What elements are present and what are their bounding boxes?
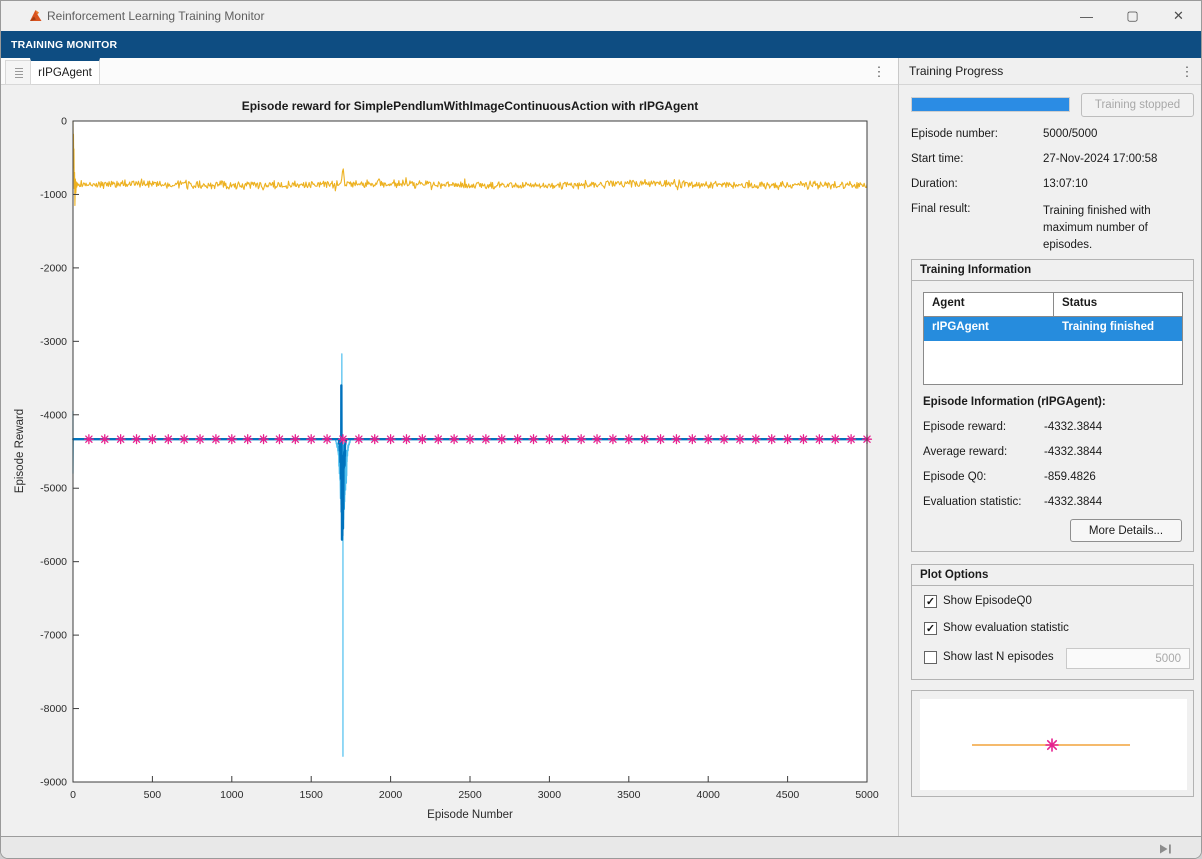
chart-ylabel: Episode Reward xyxy=(14,409,26,493)
training-stopped-label: Training stopped xyxy=(1095,99,1180,111)
agents-table: Agent Status rIPGAgent Training finished xyxy=(923,292,1183,385)
training-information-panel: Training Information Agent Status rIPGAg… xyxy=(911,259,1194,552)
more-details-button[interactable]: More Details... xyxy=(1070,519,1182,542)
episode-information-title: Episode Information (rIPGAgent): xyxy=(923,396,1106,408)
more-details-label: More Details... xyxy=(1089,525,1163,537)
progress-fill xyxy=(912,98,1069,111)
svg-text:4000: 4000 xyxy=(697,789,721,801)
maximize-button[interactable]: ▢ xyxy=(1110,1,1155,31)
checkbox-show-episode-q0[interactable]: ✓ xyxy=(924,595,937,608)
svg-text:-6000: -6000 xyxy=(40,556,67,568)
panel-splitter[interactable] xyxy=(898,58,899,836)
svg-text:-8000: -8000 xyxy=(40,703,67,715)
field-label: Duration: xyxy=(911,178,958,190)
svg-text:-4000: -4000 xyxy=(40,409,67,421)
episode-reward-chart: Episode reward for SimplePendlumWithImag… xyxy=(9,85,898,834)
svg-text:3500: 3500 xyxy=(617,789,641,801)
document-bar-menu-button[interactable] xyxy=(5,60,32,85)
training-progress-actions-button[interactable]: ⋮ xyxy=(1177,60,1197,84)
checkbox-label[interactable]: Show last N episodes xyxy=(943,651,1054,663)
close-icon: ✕ xyxy=(1173,8,1184,24)
app-window: Reinforcement Learning Training Monitor … xyxy=(0,0,1202,859)
table-row[interactable]: rIPGAgent Training finished xyxy=(924,317,1182,341)
field-value: -859.4826 xyxy=(1044,471,1096,483)
close-button[interactable]: ✕ xyxy=(1156,1,1201,31)
svg-text:-1000: -1000 xyxy=(40,189,67,201)
bottom-bar xyxy=(1,836,1201,858)
field-label: Final result: xyxy=(911,203,970,215)
chart-xlabel: Episode Number xyxy=(427,809,513,821)
minimize-icon: — xyxy=(1080,9,1093,24)
toolstrip: TRAINING MONITOR xyxy=(1,31,1201,58)
checkbox-label[interactable]: Show evaluation statistic xyxy=(943,622,1069,634)
svg-text:-7000: -7000 xyxy=(40,630,67,642)
minimize-button[interactable]: — xyxy=(1064,1,1109,31)
kebab-icon: ⋮ xyxy=(873,64,886,80)
column-agent: Agent xyxy=(924,293,1054,316)
svg-text:4500: 4500 xyxy=(776,789,800,801)
last-n-episodes-input[interactable] xyxy=(1066,648,1190,669)
cell-status: Training finished xyxy=(1054,317,1182,341)
matlab-logo-icon xyxy=(28,8,44,24)
field-label: Average reward: xyxy=(923,446,1007,458)
training-information-title: Training Information xyxy=(912,260,1193,281)
checkbox-label[interactable]: Show EpisodeQ0 xyxy=(943,595,1032,607)
tab-rlpgagent[interactable]: rIPGAgent xyxy=(30,58,100,84)
window-title: Reinforcement Learning Training Monitor xyxy=(47,9,264,23)
plot-preview xyxy=(920,699,1187,790)
field-label: Episode Q0: xyxy=(923,471,986,483)
field-label: Episode reward: xyxy=(923,421,1006,433)
maximize-icon: ▢ xyxy=(1126,8,1138,24)
svg-text:-3000: -3000 xyxy=(40,336,67,348)
document-actions-button[interactable]: ⋮ xyxy=(869,60,889,84)
field-label: Episode number: xyxy=(911,128,998,140)
plot-options-title: Plot Options xyxy=(912,565,1193,586)
collapse-right-panel-button[interactable] xyxy=(1159,842,1173,854)
svg-text:-9000: -9000 xyxy=(40,777,67,789)
svg-text:500: 500 xyxy=(144,789,162,801)
tab-label: rIPGAgent xyxy=(38,67,92,79)
checkbox-show-last-n-episodes[interactable]: ✓ xyxy=(924,651,937,664)
right-panel-title: Training Progress xyxy=(909,64,1003,78)
checkbox-show-evaluation-statistic[interactable]: ✓ xyxy=(924,622,937,635)
cell-agent: rIPGAgent xyxy=(924,317,1054,341)
svg-text:5000: 5000 xyxy=(855,789,879,801)
title-bar: Reinforcement Learning Training Monitor … xyxy=(1,1,1201,31)
field-value: 13:07:10 xyxy=(1043,178,1088,190)
agents-table-header: Agent Status xyxy=(924,293,1182,317)
field-value: -4332.3844 xyxy=(1044,496,1102,508)
document-bar: rIPGAgent ⋮ xyxy=(1,58,898,85)
plot-options-panel: Plot Options ✓ Show EpisodeQ0 ✓ Show eva… xyxy=(911,564,1194,680)
tab-training-monitor[interactable]: TRAINING MONITOR xyxy=(1,31,127,58)
training-progress-bar xyxy=(911,97,1070,112)
svg-text:2500: 2500 xyxy=(458,789,482,801)
svg-text:3000: 3000 xyxy=(538,789,562,801)
kebab-icon: ⋮ xyxy=(1181,64,1194,80)
svg-text:0: 0 xyxy=(61,116,67,128)
field-label: Evaluation statistic: xyxy=(923,496,1021,508)
field-value: 27-Nov-2024 17:00:58 xyxy=(1043,153,1157,165)
field-label: Start time: xyxy=(911,153,963,165)
document-list-icon xyxy=(15,68,23,78)
svg-text:1500: 1500 xyxy=(300,789,324,801)
svg-text:0: 0 xyxy=(70,789,76,801)
field-value: -4332.3844 xyxy=(1044,446,1102,458)
svg-text:2000: 2000 xyxy=(379,789,403,801)
svg-text:-2000: -2000 xyxy=(40,262,67,274)
toolstrip-tab-label: TRAINING MONITOR xyxy=(11,39,117,51)
field-value: Training finished with maximum number of… xyxy=(1043,203,1195,254)
field-value: 5000/5000 xyxy=(1043,128,1097,140)
svg-text:1000: 1000 xyxy=(220,789,244,801)
field-value: -4332.3844 xyxy=(1044,421,1102,433)
plot-preview-panel xyxy=(911,690,1194,797)
collapse-right-icon xyxy=(1159,843,1173,855)
svg-text:-5000: -5000 xyxy=(40,483,67,495)
training-stopped-button[interactable]: Training stopped xyxy=(1081,93,1194,117)
chart-title: Episode reward for SimplePendlumWithImag… xyxy=(242,99,699,113)
column-status: Status xyxy=(1054,293,1182,316)
